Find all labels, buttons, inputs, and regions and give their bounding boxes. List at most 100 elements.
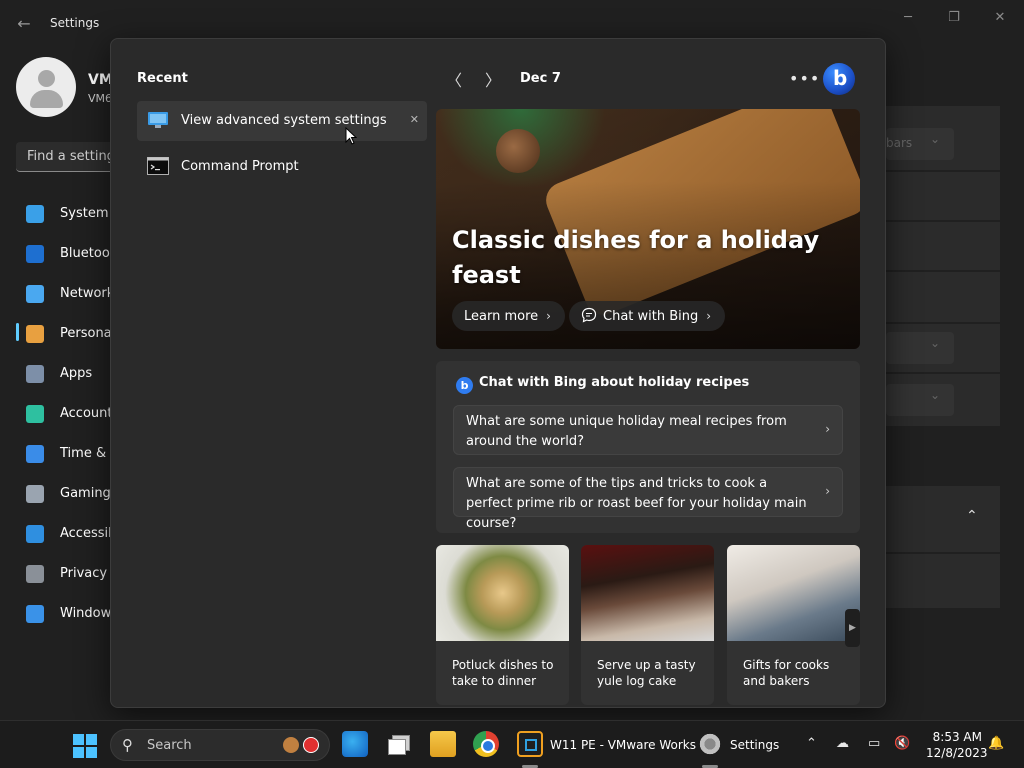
tile-image [581,545,714,641]
settings-taskbar-label[interactable]: Settings [730,738,779,752]
avatar-head [38,70,55,87]
dropdown[interactable]: ⌄ [886,332,954,364]
sidebar-item-label: Accessib [60,526,117,541]
window-title: Settings [50,16,100,30]
next-day-button[interactable]: 〉 [483,71,503,91]
expandable-section[interactable]: ⌃ [886,486,1000,552]
news-tile[interactable]: Serve up a tasty yule log cake [581,545,714,705]
chevron-down-icon: ⌄ [930,388,941,402]
more-options-button[interactable]: ••• [789,69,820,88]
content-card [886,222,1000,270]
tile-text: Serve up a tasty yule log cake [597,658,696,688]
chevron-down-icon: ⌄ [930,132,941,146]
close-icon[interactable]: ✕ [410,113,419,126]
update-icon [26,605,44,623]
news-tile[interactable]: Potluck dishes to take to dinner [436,545,569,705]
chat-prompt-button[interactable]: What are some unique holiday meal recipe… [453,405,843,455]
sidebar-item-window[interactable]: Window [16,596,116,632]
widgets-flyout: Recent View advanced system settings ✕ C… [110,38,886,708]
onedrive-icon[interactable]: ☁ [836,736,849,751]
sidebar-item-accessib[interactable]: Accessib [16,516,116,552]
sidebar-item-label: Network [60,286,115,301]
taskbar-search[interactable]: ⚲ Search [110,729,330,761]
sidebar-item-system[interactable]: System [16,196,116,232]
clock-date[interactable]: 12/8/2023 [926,746,988,760]
sidebar-item-label: Bluetoot [60,246,115,261]
chat-with-bing-button[interactable]: Chat with Bing › [569,301,726,331]
close-button[interactable]: ✕ [980,6,1020,30]
sidebar-item-personal[interactable]: Personal [16,316,116,352]
restore-button[interactable]: ❐ [934,6,974,30]
back-button[interactable]: ← [12,12,36,36]
start-button[interactable] [73,734,97,758]
sidebar-item-apps[interactable]: Apps [16,356,116,392]
network-icon[interactable]: ▭ [868,736,880,751]
bing-letter: b [833,66,848,90]
vmware-icon[interactable] [517,731,543,757]
recent-item-command-prompt[interactable]: Command Prompt [137,147,427,187]
dropdown[interactable]: ⌄ [886,384,954,416]
bluetooth-icon [26,245,44,263]
windows-logo-tile [86,734,97,745]
sidebar-item-network[interactable]: Network [16,276,116,312]
person-icon [26,405,44,423]
file-explorer-icon[interactable] [430,731,456,757]
tiles-next-button[interactable]: ▶ [845,609,860,647]
content-card [886,272,1000,322]
task-view-icon[interactable] [386,731,412,757]
settings-gear-icon[interactable] [697,731,723,757]
sidebar-item-label: Time & l [60,446,114,461]
learn-more-button[interactable]: Learn more › [452,301,565,331]
chat-card-title: b Chat with Bing about holiday recipes [456,375,749,394]
bing-icon[interactable]: b [823,63,855,95]
windows-logo-tile [86,747,97,758]
volume-muted-icon[interactable]: 🔇 [894,736,910,751]
edge-pre-icon[interactable] [342,731,368,757]
sidebar-item-time-l[interactable]: Time & l [16,436,116,472]
recent-title: Recent [137,71,188,86]
avatar[interactable] [16,57,76,117]
bars-dropdown[interactable]: bars ⌄ [886,128,954,160]
accessibility-icon [26,525,44,543]
sidebar-item-label: System [60,206,109,221]
news-tile[interactable]: Gifts for cooks and bakers [727,545,860,705]
search-icon: ⚲ [122,736,133,754]
gamepad-icon [26,485,44,503]
clock-time[interactable]: 8:53 AM [926,730,982,744]
tray-overflow-chevron[interactable]: ⌃ [806,736,817,751]
system-settings-icon [148,112,168,128]
chat-prompt-text: What are some unique holiday meal recipe… [466,414,787,449]
previous-day-button[interactable]: 〈 [444,71,464,91]
mouse-cursor-icon [345,127,357,145]
sidebar-item-account[interactable]: Account [16,396,116,432]
sidebar-item-privacy[interactable]: Privacy & [16,556,121,592]
sidebar-item-label: Personal [60,326,116,341]
chat-prompt-text: What are some of the tips and tricks to … [466,476,807,531]
chat-prompt-button[interactable]: What are some of the tips and tricks to … [453,467,843,531]
wifi-icon [26,285,44,303]
ornament-icon [303,737,319,753]
chat-with-bing-label: Chat with Bing [603,309,699,324]
widgets-date: Dec 7 [520,71,561,86]
gingerbread-icon [283,737,299,753]
sidebar-item-gaming[interactable]: Gaming [16,476,116,512]
notification-bell-icon[interactable]: 🔔 [988,736,1004,751]
hero-card[interactable]: Classic dishes for a holiday feast Learn… [436,109,860,349]
minimize-button[interactable]: ─ [888,6,928,30]
profile-subtitle: VM6 [88,92,113,105]
recent-item-advanced-system-settings[interactable]: View advanced system settings ✕ [137,101,427,141]
clock-icon [26,445,44,463]
chrome-icon[interactable] [473,731,499,757]
windows-logo-tile [73,734,84,745]
taskbar: ⚲ Search W11 PE - VMware Works Settings … [0,720,1024,768]
chevron-down-icon: ⌄ [930,336,941,350]
command-prompt-icon [147,157,169,175]
content-card [886,172,1000,220]
recent-item-label: View advanced system settings [181,113,387,128]
chat-with-bing-card: b Chat with Bing about holiday recipes Wh… [436,361,860,533]
tile-text: Potluck dishes to take to dinner [452,658,554,688]
sidebar-item-label: Gaming [60,486,111,501]
sidebar-item-label: Account [60,406,113,421]
vmware-taskbar-label[interactable]: W11 PE - VMware Works [550,738,696,752]
sidebar-item-bluetoot[interactable]: Bluetoot [16,236,116,272]
